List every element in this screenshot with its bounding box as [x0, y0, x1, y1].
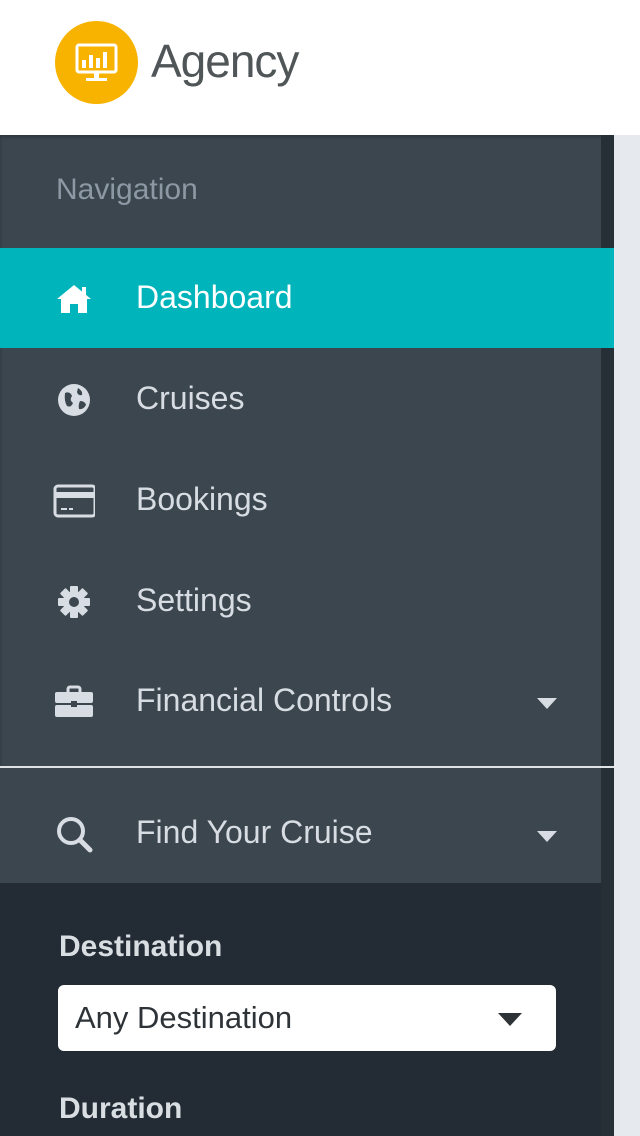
- sidebar-item-label: Dashboard: [136, 279, 293, 315]
- duration-label: Duration: [59, 1092, 183, 1125]
- search-icon: [53, 813, 95, 855]
- nav-heading: Navigation: [56, 173, 198, 206]
- chevron-down-icon[interactable]: [537, 697, 557, 709]
- sidebar-item-dashboard[interactable]: Dashboard: [0, 248, 614, 348]
- app-header: Agency: [0, 0, 640, 135]
- sidebar-item-label: Settings: [136, 582, 252, 618]
- chevron-down-icon: [498, 1013, 522, 1032]
- briefcase-icon: [53, 681, 95, 723]
- find-your-cruise-toggle[interactable]: Find Your Cruise: [0, 768, 601, 883]
- home-icon: [53, 278, 95, 320]
- chevron-down-icon[interactable]: [537, 830, 557, 842]
- globe-icon: [53, 379, 95, 421]
- sidebar-item-cruises[interactable]: Cruises: [0, 349, 601, 449]
- sidebar-item-label: Cruises: [136, 380, 245, 416]
- sidebar-item-label: Financial Controls: [136, 682, 393, 718]
- destination-select[interactable]: Any Destination: [58, 985, 556, 1051]
- sidebar-item-financial-controls[interactable]: Financial Controls: [0, 651, 601, 751]
- brand-name[interactable]: Agency: [151, 34, 299, 88]
- credit-card-icon: [53, 480, 97, 522]
- sidebar-item-settings[interactable]: Settings: [0, 551, 601, 651]
- destination-value: Any Destination: [75, 1000, 293, 1035]
- destination-label: Destination: [59, 930, 223, 963]
- sidebar-item-label: Bookings: [136, 481, 268, 517]
- logo-icon[interactable]: [55, 21, 138, 104]
- content-area-edge: [614, 135, 640, 1136]
- find-your-cruise-label: Find Your Cruise: [136, 814, 373, 850]
- sidebar-item-bookings[interactable]: Bookings: [0, 450, 601, 550]
- gear-icon: [53, 581, 95, 623]
